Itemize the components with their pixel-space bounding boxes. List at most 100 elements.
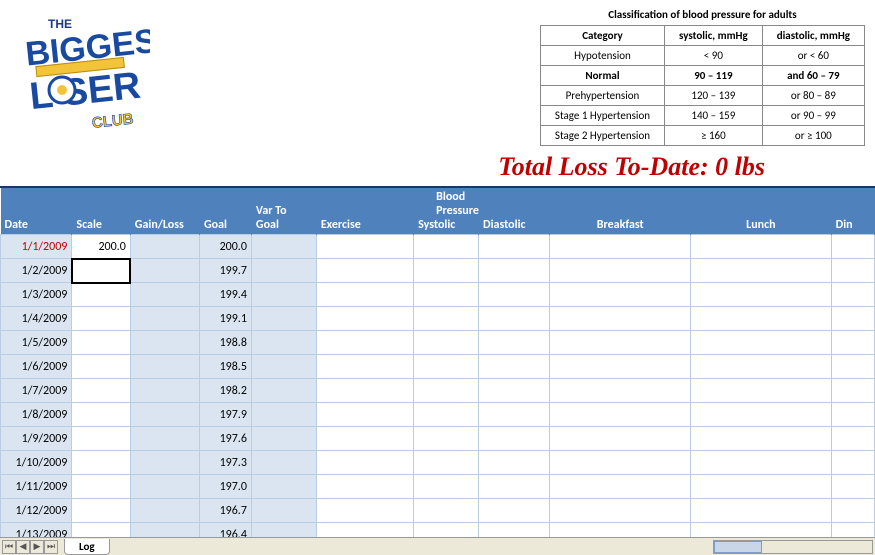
cell-lunch[interactable] <box>691 307 832 331</box>
cell-goal[interactable]: 199.1 <box>200 307 252 331</box>
cell-scale[interactable] <box>72 499 130 523</box>
cell-breakfast[interactable] <box>550 451 691 475</box>
cell-exercise[interactable] <box>316 379 413 403</box>
cell-systolic[interactable] <box>414 499 479 523</box>
cell-diastolic[interactable] <box>479 235 550 259</box>
cell-systolic[interactable] <box>414 403 479 427</box>
cell-scale[interactable] <box>72 403 130 427</box>
cell-lunch[interactable] <box>691 451 832 475</box>
cell-date[interactable]: 1/2/2009 <box>1 259 72 283</box>
cell-goal[interactable]: 199.4 <box>200 283 252 307</box>
cell-dinner[interactable] <box>831 403 874 427</box>
tab-nav-last-icon[interactable]: ⏭ <box>44 540 58 554</box>
cell-gainloss[interactable] <box>130 355 199 379</box>
cell-diastolic[interactable] <box>479 283 550 307</box>
cell-date[interactable]: 1/11/2009 <box>1 475 72 499</box>
cell-exercise[interactable] <box>316 331 413 355</box>
cell-diastolic[interactable] <box>479 403 550 427</box>
cell-systolic[interactable] <box>414 259 479 283</box>
cell-dinner[interactable] <box>831 355 874 379</box>
cell-lunch[interactable] <box>691 379 832 403</box>
cell-var[interactable] <box>251 235 316 259</box>
cell-scale[interactable] <box>72 283 130 307</box>
cell-date[interactable]: 1/5/2009 <box>1 331 72 355</box>
cell-exercise[interactable] <box>316 355 413 379</box>
cell-gainloss[interactable] <box>130 235 199 259</box>
cell-scale[interactable] <box>72 355 130 379</box>
cell-var[interactable] <box>251 451 316 475</box>
col-header-lunch[interactable]: Lunch <box>691 188 832 235</box>
cell-dinner[interactable] <box>831 475 874 499</box>
cell-breakfast[interactable] <box>550 499 691 523</box>
tab-nav-next-icon[interactable]: ▶ <box>30 540 44 554</box>
cell-gainloss[interactable] <box>130 403 199 427</box>
cell-diastolic[interactable] <box>479 379 550 403</box>
col-header-breakfast[interactable]: Breakfast <box>550 188 691 235</box>
cell-goal[interactable]: 198.2 <box>200 379 252 403</box>
cell-lunch[interactable] <box>691 499 832 523</box>
cell-date[interactable]: 1/1/2009 <box>1 235 72 259</box>
cell-lunch[interactable] <box>691 259 832 283</box>
cell-var[interactable] <box>251 499 316 523</box>
cell-date[interactable]: 1/6/2009 <box>1 355 72 379</box>
cell-exercise[interactable] <box>316 283 413 307</box>
cell-diastolic[interactable] <box>479 331 550 355</box>
cell-scale[interactable] <box>72 475 130 499</box>
col-header-exercise[interactable]: Exercise <box>316 188 413 235</box>
cell-gainloss[interactable] <box>130 451 199 475</box>
cell-lunch[interactable] <box>691 475 832 499</box>
cell-exercise[interactable] <box>316 427 413 451</box>
col-header-dinner[interactable]: Din <box>831 188 874 235</box>
cell-goal[interactable]: 197.0 <box>200 475 252 499</box>
cell-date[interactable]: 1/9/2009 <box>1 427 72 451</box>
cell-goal[interactable]: 199.7 <box>200 259 252 283</box>
cell-var[interactable] <box>251 379 316 403</box>
col-header-systolic[interactable]: Blood PressureSystolic <box>414 188 479 235</box>
cell-scale[interactable] <box>72 331 130 355</box>
cell-lunch[interactable] <box>691 403 832 427</box>
col-header-var[interactable]: Var ToGoal <box>251 188 316 235</box>
cell-systolic[interactable] <box>414 427 479 451</box>
cell-dinner[interactable] <box>831 331 874 355</box>
cell-dinner[interactable] <box>831 259 874 283</box>
col-header-date[interactable]: Date <box>1 188 72 235</box>
cell-goal[interactable]: 196.7 <box>200 499 252 523</box>
cell-dinner[interactable] <box>831 283 874 307</box>
cell-diastolic[interactable] <box>479 355 550 379</box>
cell-date[interactable]: 1/7/2009 <box>1 379 72 403</box>
cell-var[interactable] <box>251 283 316 307</box>
col-header-scale[interactable]: Scale <box>72 188 130 235</box>
cell-scale[interactable] <box>72 259 130 283</box>
cell-scale[interactable] <box>72 427 130 451</box>
cell-breakfast[interactable] <box>550 427 691 451</box>
cell-var[interactable] <box>251 259 316 283</box>
cell-systolic[interactable] <box>414 451 479 475</box>
col-header-goal[interactable]: Goal <box>200 188 252 235</box>
cell-breakfast[interactable] <box>550 283 691 307</box>
cell-gainloss[interactable] <box>130 283 199 307</box>
sheet-tab-log[interactable]: Log <box>64 539 110 555</box>
cell-breakfast[interactable] <box>550 235 691 259</box>
cell-systolic[interactable] <box>414 307 479 331</box>
cell-var[interactable] <box>251 355 316 379</box>
cell-date[interactable]: 1/3/2009 <box>1 283 72 307</box>
cell-var[interactable] <box>251 331 316 355</box>
cell-scale[interactable]: 200.0 <box>72 235 130 259</box>
cell-gainloss[interactable] <box>130 499 199 523</box>
cell-gainloss[interactable] <box>130 259 199 283</box>
cell-lunch[interactable] <box>691 283 832 307</box>
cell-breakfast[interactable] <box>550 259 691 283</box>
cell-breakfast[interactable] <box>550 355 691 379</box>
cell-systolic[interactable] <box>414 283 479 307</box>
cell-gainloss[interactable] <box>130 379 199 403</box>
cell-systolic[interactable] <box>414 379 479 403</box>
cell-systolic[interactable] <box>414 475 479 499</box>
cell-var[interactable] <box>251 403 316 427</box>
cell-gainloss[interactable] <box>130 331 199 355</box>
cell-scale[interactable] <box>72 307 130 331</box>
cell-var[interactable] <box>251 427 316 451</box>
cell-diastolic[interactable] <box>479 475 550 499</box>
cell-date[interactable]: 1/8/2009 <box>1 403 72 427</box>
cell-goal[interactable]: 197.9 <box>200 403 252 427</box>
cell-exercise[interactable] <box>316 403 413 427</box>
